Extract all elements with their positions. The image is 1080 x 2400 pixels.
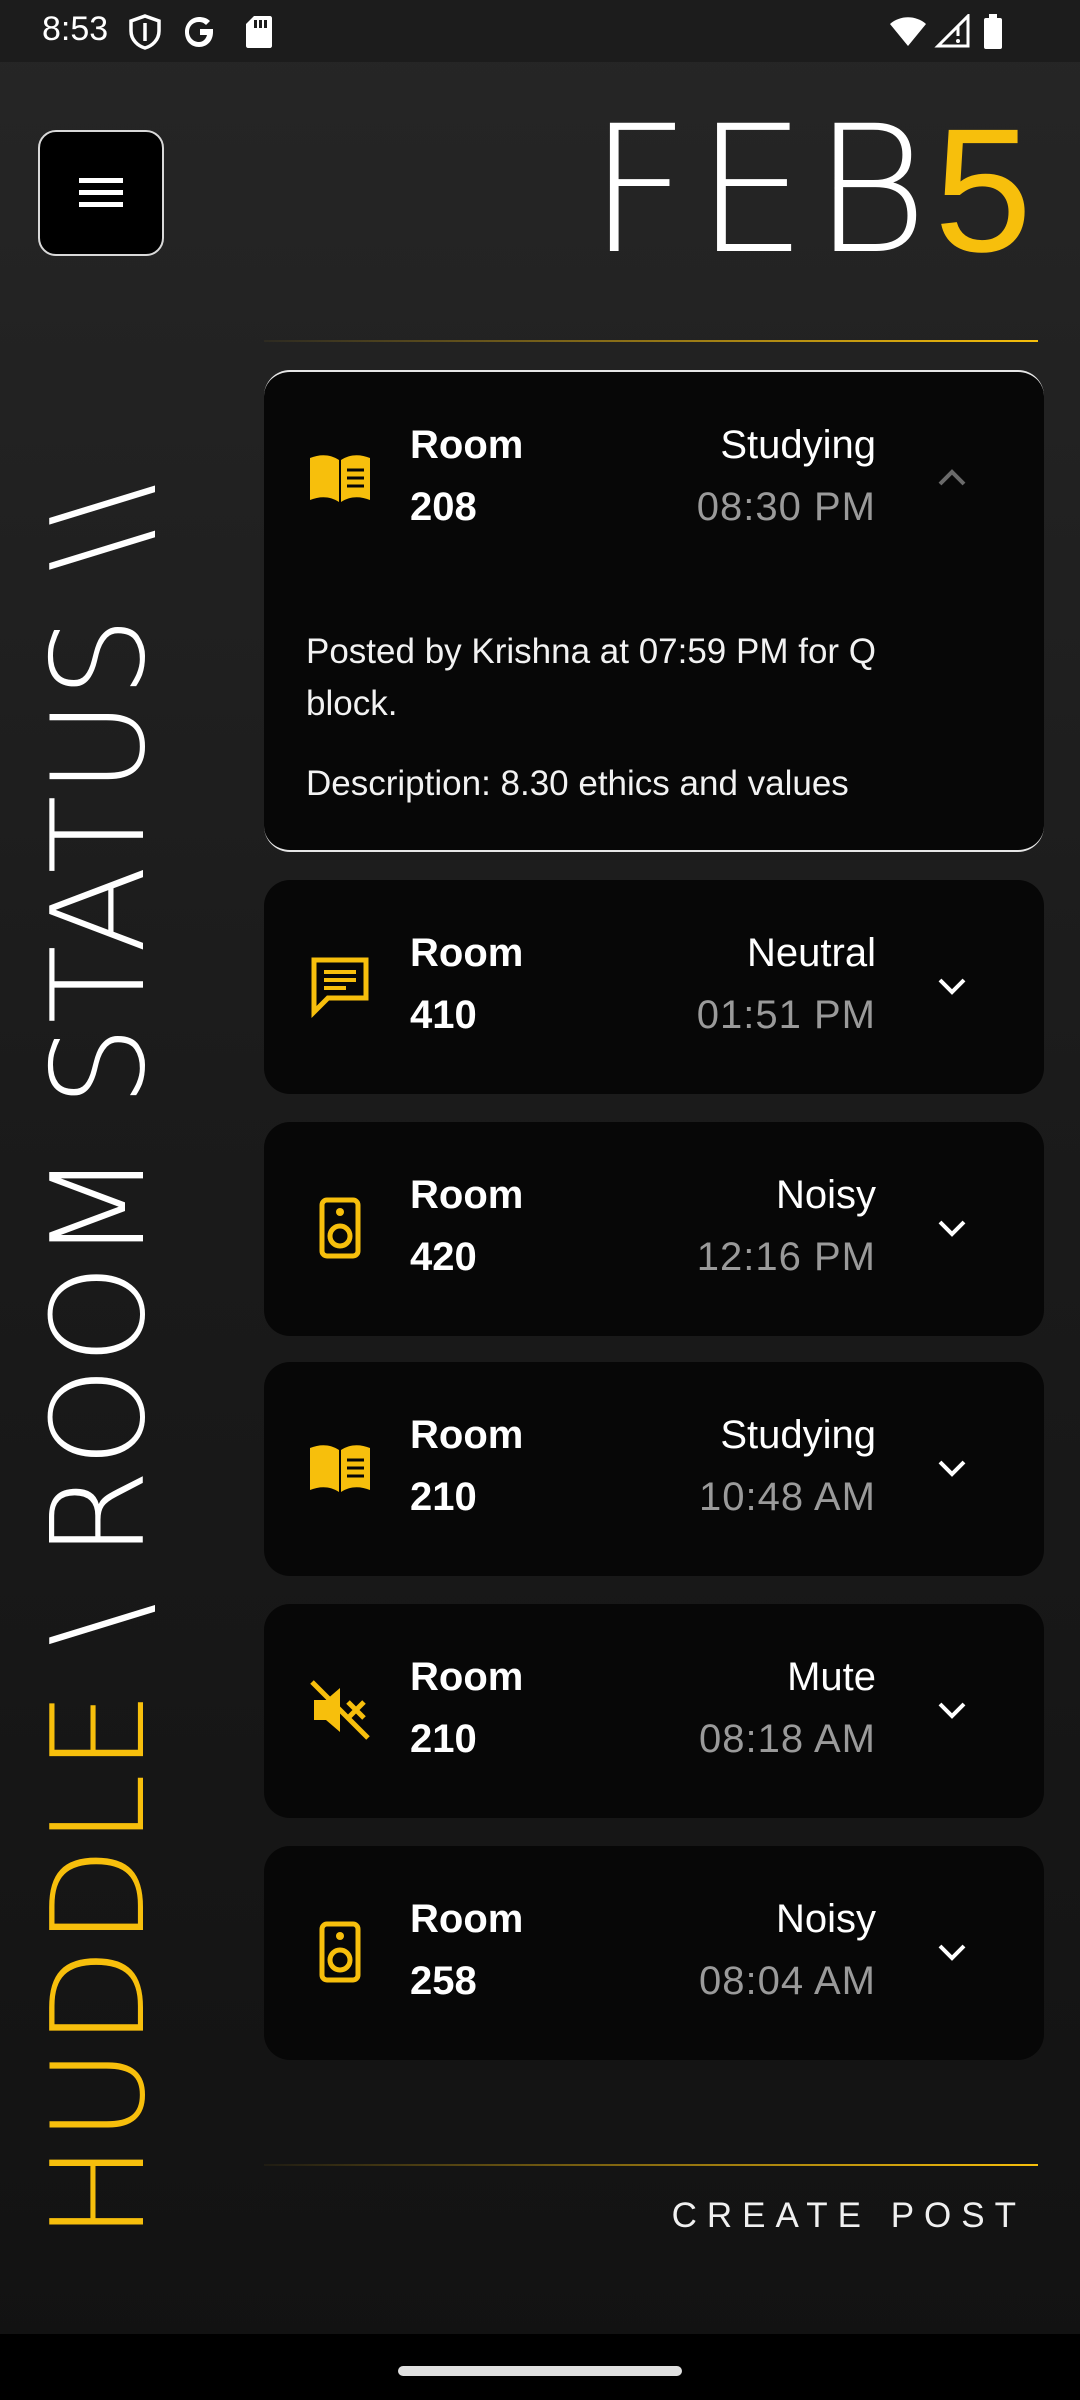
room-status: Studying <box>720 423 876 467</box>
status-bar: 8:53 <box>0 0 1080 62</box>
hamburger-icon <box>79 178 123 207</box>
book-icon <box>310 1445 370 1492</box>
date-month: FEB <box>588 88 935 293</box>
home-gesture-handle[interactable] <box>398 2366 682 2376</box>
battery-icon <box>984 14 1002 49</box>
description-text: Description: 8.30 ethics and values <box>306 764 849 803</box>
sd-card-icon <box>246 16 272 48</box>
chat-icon <box>311 957 369 1019</box>
room-label: Room <box>410 931 524 975</box>
room-time: 10:48 AM <box>698 1475 876 1519</box>
room-label: Room <box>410 423 524 467</box>
room-card[interactable]: Room 210 Studying 10:48 AM <box>264 1362 1044 1576</box>
room-number: 208 <box>410 485 477 529</box>
room-label: Room <box>410 1413 524 1457</box>
chevron-down-icon[interactable] <box>932 1448 972 1488</box>
app-title-huddle: HUDDLE <box>25 1688 174 2240</box>
room-card[interactable]: Room 208 Studying 08:30 PM Posted by Kri… <box>264 370 1044 852</box>
room-card[interactable]: Room 410 Neutral 01:51 PM <box>264 880 1044 1094</box>
book-icon <box>310 455 370 502</box>
room-label: Room <box>410 1655 524 1699</box>
app-title: HUDDLE \ ROOM STATUS \\ <box>25 482 174 2241</box>
room-label: Room <box>410 1897 524 1941</box>
room-number: 410 <box>410 993 477 1037</box>
chevron-down-icon[interactable] <box>932 1690 972 1730</box>
room-card[interactable]: Room 420 Noisy 12:16 PM <box>264 1122 1044 1336</box>
room-card[interactable]: Room 258 Noisy 08:04 AM <box>264 1846 1044 2060</box>
shield-icon <box>129 14 161 50</box>
posted-by-text: Posted by Krishna at 07:59 PM for Q bloc… <box>306 632 877 723</box>
room-status: Noisy <box>775 1173 876 1217</box>
status-time: 8:53 <box>42 10 109 48</box>
room-status: Studying <box>720 1413 876 1457</box>
room-time: 01:51 PM <box>696 993 876 1037</box>
wifi-icon <box>890 17 926 46</box>
header-divider <box>264 340 1038 342</box>
room-status: Mute <box>787 1655 876 1699</box>
date-day: 5 <box>934 93 1038 289</box>
app-title-room-status: \ ROOM STATUS \\ <box>25 481 174 1689</box>
speaker-icon <box>319 1921 361 1983</box>
signal-icon <box>934 14 970 48</box>
chevron-up-icon[interactable] <box>932 458 972 498</box>
chevron-down-icon[interactable] <box>932 1932 972 1972</box>
room-time: 08:30 PM <box>696 485 876 529</box>
room-card[interactable]: Room 210 Mute 08:18 AM <box>264 1604 1044 1818</box>
room-status: Neutral <box>747 931 876 975</box>
google-icon <box>185 17 213 47</box>
room-number: 210 <box>410 1717 477 1761</box>
date-display: FEB5 <box>588 93 1038 289</box>
room-time: 08:04 AM <box>698 1959 876 2003</box>
menu-button[interactable] <box>38 130 164 256</box>
room-number: 210 <box>410 1475 477 1519</box>
room-label: Room <box>410 1173 524 1217</box>
room-number: 420 <box>410 1235 477 1279</box>
speaker-icon <box>319 1197 361 1259</box>
room-time: 08:18 AM <box>698 1717 876 1761</box>
chevron-down-icon[interactable] <box>932 1208 972 1248</box>
footer-divider <box>264 2164 1038 2166</box>
room-time: 12:16 PM <box>696 1235 876 1279</box>
room-status: Noisy <box>775 1897 876 1941</box>
create-post-button[interactable]: CREATE POST <box>672 2196 1026 2236</box>
room-number: 258 <box>410 1959 477 2003</box>
mute-icon <box>310 1680 370 1740</box>
chevron-down-icon[interactable] <box>932 966 972 1006</box>
